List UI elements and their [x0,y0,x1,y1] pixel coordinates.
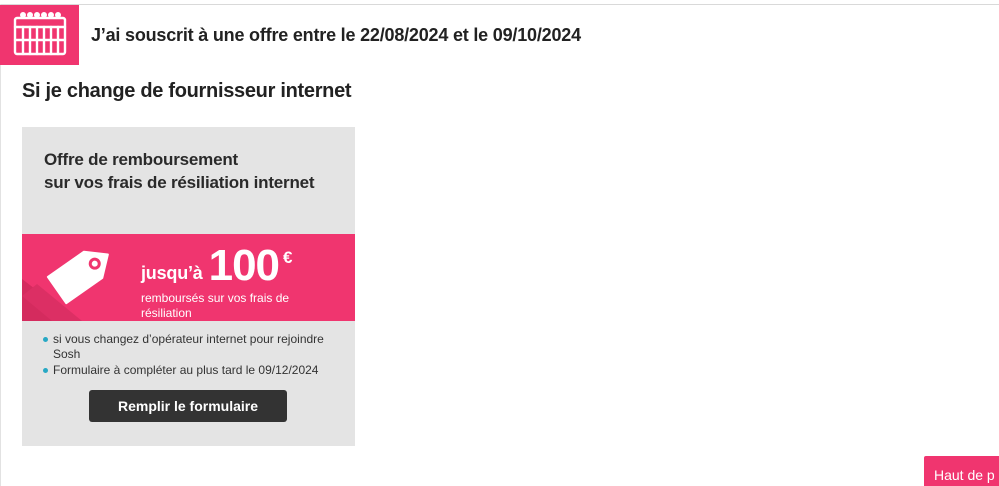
card-title-line-2: sur vos frais de résiliation internet [44,173,315,192]
refund-offer-card: Offre de remboursement sur vos frais de … [22,127,355,446]
bullet-dot-icon [43,368,48,373]
back-to-top-button[interactable]: Haut de p [924,456,999,486]
refund-currency: € [283,248,293,267]
calendar-icon [11,10,69,61]
fill-form-button[interactable]: Remplir le formulaire [89,390,287,422]
calendar-icon-box [0,5,79,65]
offer-conditions-list: si vous changez d’opérateur internet pou… [41,332,341,379]
refund-value: 100 [208,241,280,290]
offer-period-title: J’ai souscrit à une offre entre le 22/08… [91,24,581,45]
bullet-dot-icon [43,337,48,342]
condition-text: Formulaire à compléter au plus tard le 0… [53,363,319,377]
left-divider [0,4,1,486]
list-item: Formulaire à compléter au plus tard le 0… [41,363,341,378]
price-tag-icon [22,234,132,321]
refund-prefix: jusqu’à [141,263,203,283]
card-title: Offre de remboursement sur vos frais de … [44,148,315,194]
list-item: si vous changez d’opérateur internet pou… [41,332,341,362]
card-title-line-1: Offre de remboursement [44,150,238,169]
refund-subtitle: remboursés sur vos frais de résiliation [141,291,290,320]
condition-text: si vous changez d’opérateur internet pou… [53,332,324,361]
refund-amount: jusqu’à 100 € [141,244,293,288]
offer-period-header: J’ai souscrit à une offre entre le 22/08… [0,5,999,65]
refund-amount-banner: jusqu’à 100 € remboursés sur vos frais d… [22,234,355,321]
section-title: Si je change de fournisseur internet [22,80,352,102]
